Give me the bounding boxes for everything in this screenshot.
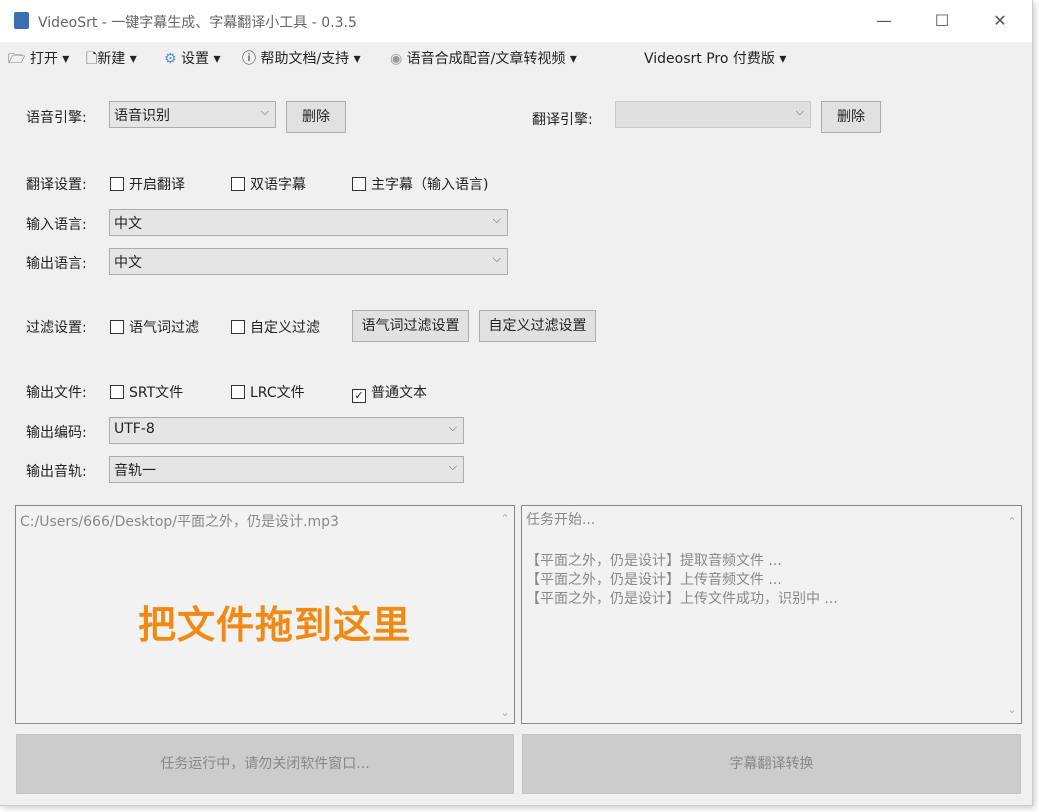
checkbox-label: LRC文件: [250, 385, 305, 401]
output-language-label: 输出语言:: [26, 256, 87, 272]
checkbox-box: [231, 320, 245, 334]
checkbox-box: [110, 320, 124, 334]
subtitle-translate-button[interactable]: 字幕翻译转换: [522, 734, 1021, 794]
custom-filter-checkbox[interactable]: 自定义过滤: [231, 317, 320, 337]
log-line: 【平面之外，仍是设计】上传文件成功，识别中 ...: [526, 591, 838, 607]
filler-filter-checkbox[interactable]: 语气词过滤: [110, 317, 199, 337]
scrollbar[interactable]: ⌃ ⌄: [496, 506, 514, 723]
app-icon: [14, 12, 29, 29]
menu-help[interactable]: ⓘ 帮助文档/支持 ▾: [242, 48, 361, 68]
checkbox-label: 主字幕（输入语言): [371, 177, 489, 193]
checkbox-box: [231, 385, 245, 399]
log-start: 任务开始...: [526, 512, 596, 528]
plain-text-checkbox[interactable]: ✓ 普通文本: [352, 382, 427, 403]
filter-settings-label: 过滤设置:: [26, 320, 87, 336]
menu-label: 设置 ▾: [181, 51, 221, 67]
chevron-down-icon: ⌵: [260, 105, 269, 118]
menu-bar: 🗁 打开 ▾ 🗋新建 ▾ ⚙ 设置 ▾ ⓘ 帮助文档/支持 ▾ ◉ 语音合成配音…: [0, 44, 1032, 70]
encoding-select[interactable]: UTF-8 ⌵: [109, 417, 464, 444]
drop-hint: 把文件拖到这里: [138, 603, 412, 647]
audio-track-label: 输出音轨:: [26, 464, 87, 480]
info-icon: ⓘ: [242, 51, 256, 67]
checkmark-icon: ✓: [352, 389, 366, 403]
checkbox-label: 开启翻译: [129, 177, 185, 193]
delete-speech-engine-button[interactable]: 删除: [286, 101, 346, 133]
new-file-icon: 🗋: [86, 51, 98, 67]
output-file-label: 输出文件:: [26, 385, 87, 401]
window-title: VideoSrt - 一键字幕生成、字幕翻译小工具 - 0.3.5: [38, 15, 357, 31]
select-value: 中文: [114, 255, 142, 271]
enable-translate-checkbox[interactable]: 开启翻译: [110, 174, 185, 194]
title-bar: VideoSrt - 一键字幕生成、字幕翻译小工具 - 0.3.5 — ☐ ✕: [0, 0, 1032, 42]
translate-engine-label: 翻译引擎:: [532, 112, 593, 128]
minimize-button[interactable]: —: [864, 8, 904, 34]
maximize-button[interactable]: ☐: [922, 8, 962, 34]
folder-icon: 🗁: [8, 51, 26, 67]
chevron-down-icon: ⌵: [795, 105, 804, 118]
menu-tts[interactable]: ◉ 语音合成配音/文章转视频 ▾: [390, 48, 577, 68]
chevron-down-icon: ⌵: [448, 460, 457, 473]
menu-label: Videosrt Pro 付费版 ▾: [644, 51, 787, 67]
select-value: 音轨一: [114, 463, 156, 479]
translate-engine-select[interactable]: ⌵: [615, 101, 811, 128]
speech-engine-select[interactable]: 语音识别 ⌵: [109, 101, 276, 128]
scrollbar[interactable]: ⌃ ⌄: [1003, 506, 1021, 723]
menu-settings[interactable]: ⚙ 设置 ▾: [164, 48, 221, 68]
checkbox-box: [352, 177, 366, 191]
checkbox-label: 自定义过滤: [250, 320, 320, 336]
checkbox-label: 双语字幕: [250, 177, 306, 193]
encoding-label: 输出编码:: [26, 425, 87, 441]
bilingual-checkbox[interactable]: 双语字幕: [231, 174, 306, 194]
menu-pro[interactable]: Videosrt Pro 付费版 ▾: [644, 48, 786, 68]
run-task-button[interactable]: 任务运行中，请勿关闭软件窗口...: [16, 734, 514, 794]
log-area[interactable]: 任务开始... 【平面之外，仍是设计】提取音频文件 ... 【平面之外，仍是设计…: [521, 505, 1022, 724]
menu-open[interactable]: 🗁 打开 ▾: [8, 48, 69, 72]
file-path: C:/Users/666/Desktop/平面之外，仍是设计.mp3: [20, 514, 339, 530]
log-line: 【平面之外，仍是设计】提取音频文件 ...: [526, 553, 782, 569]
audio-icon: ◉: [390, 51, 403, 67]
audio-track-select[interactable]: 音轨一 ⌵: [109, 456, 464, 483]
file-drop-area[interactable]: C:/Users/666/Desktop/平面之外，仍是设计.mp3 把文件拖到…: [15, 505, 515, 724]
gear-icon: ⚙: [164, 51, 177, 67]
output-language-select[interactable]: 中文 ⌵: [109, 248, 508, 275]
srt-checkbox[interactable]: SRT文件: [110, 382, 183, 402]
filler-filter-settings-button[interactable]: 语气词过滤设置: [352, 310, 469, 342]
app-window: VideoSrt - 一键字幕生成、字幕翻译小工具 - 0.3.5 — ☐ ✕ …: [0, 0, 1033, 806]
lrc-checkbox[interactable]: LRC文件: [231, 382, 305, 402]
checkbox-box: [110, 385, 124, 399]
checkbox-label: 普通文本: [371, 385, 427, 401]
log-line: 【平面之外，仍是设计】上传音频文件 ...: [526, 572, 782, 588]
custom-filter-settings-button[interactable]: 自定义过滤设置: [479, 310, 596, 342]
menu-label: 帮助文档/支持 ▾: [260, 51, 361, 67]
menu-label: 语音合成配音/文章转视频 ▾: [406, 51, 577, 67]
input-language-select[interactable]: 中文 ⌵: [109, 209, 508, 236]
main-subtitle-checkbox[interactable]: 主字幕（输入语言): [352, 174, 488, 194]
select-value: UTF-8: [114, 421, 155, 437]
chevron-down-icon: ⌵: [492, 252, 501, 265]
delete-translate-engine-button[interactable]: 删除: [821, 101, 881, 133]
input-language-label: 输入语言:: [26, 217, 87, 233]
chevron-down-icon: ⌵: [448, 421, 457, 434]
translate-settings-label: 翻译设置:: [26, 177, 87, 193]
checkbox-label: SRT文件: [129, 385, 184, 401]
close-button[interactable]: ✕: [980, 8, 1020, 34]
menu-new[interactable]: 🗋新建 ▾: [86, 48, 137, 72]
speech-engine-label: 语音引擎:: [26, 110, 87, 126]
chevron-down-icon: ⌵: [492, 213, 501, 226]
checkbox-box: [231, 177, 245, 191]
menu-label: 打开 ▾: [29, 51, 70, 67]
checkbox-box: [110, 177, 124, 191]
checkbox-label: 语气词过滤: [129, 320, 199, 336]
select-value: 语音识别: [114, 108, 170, 124]
select-value: 中文: [114, 216, 142, 232]
menu-label: 新建 ▾: [97, 51, 137, 67]
